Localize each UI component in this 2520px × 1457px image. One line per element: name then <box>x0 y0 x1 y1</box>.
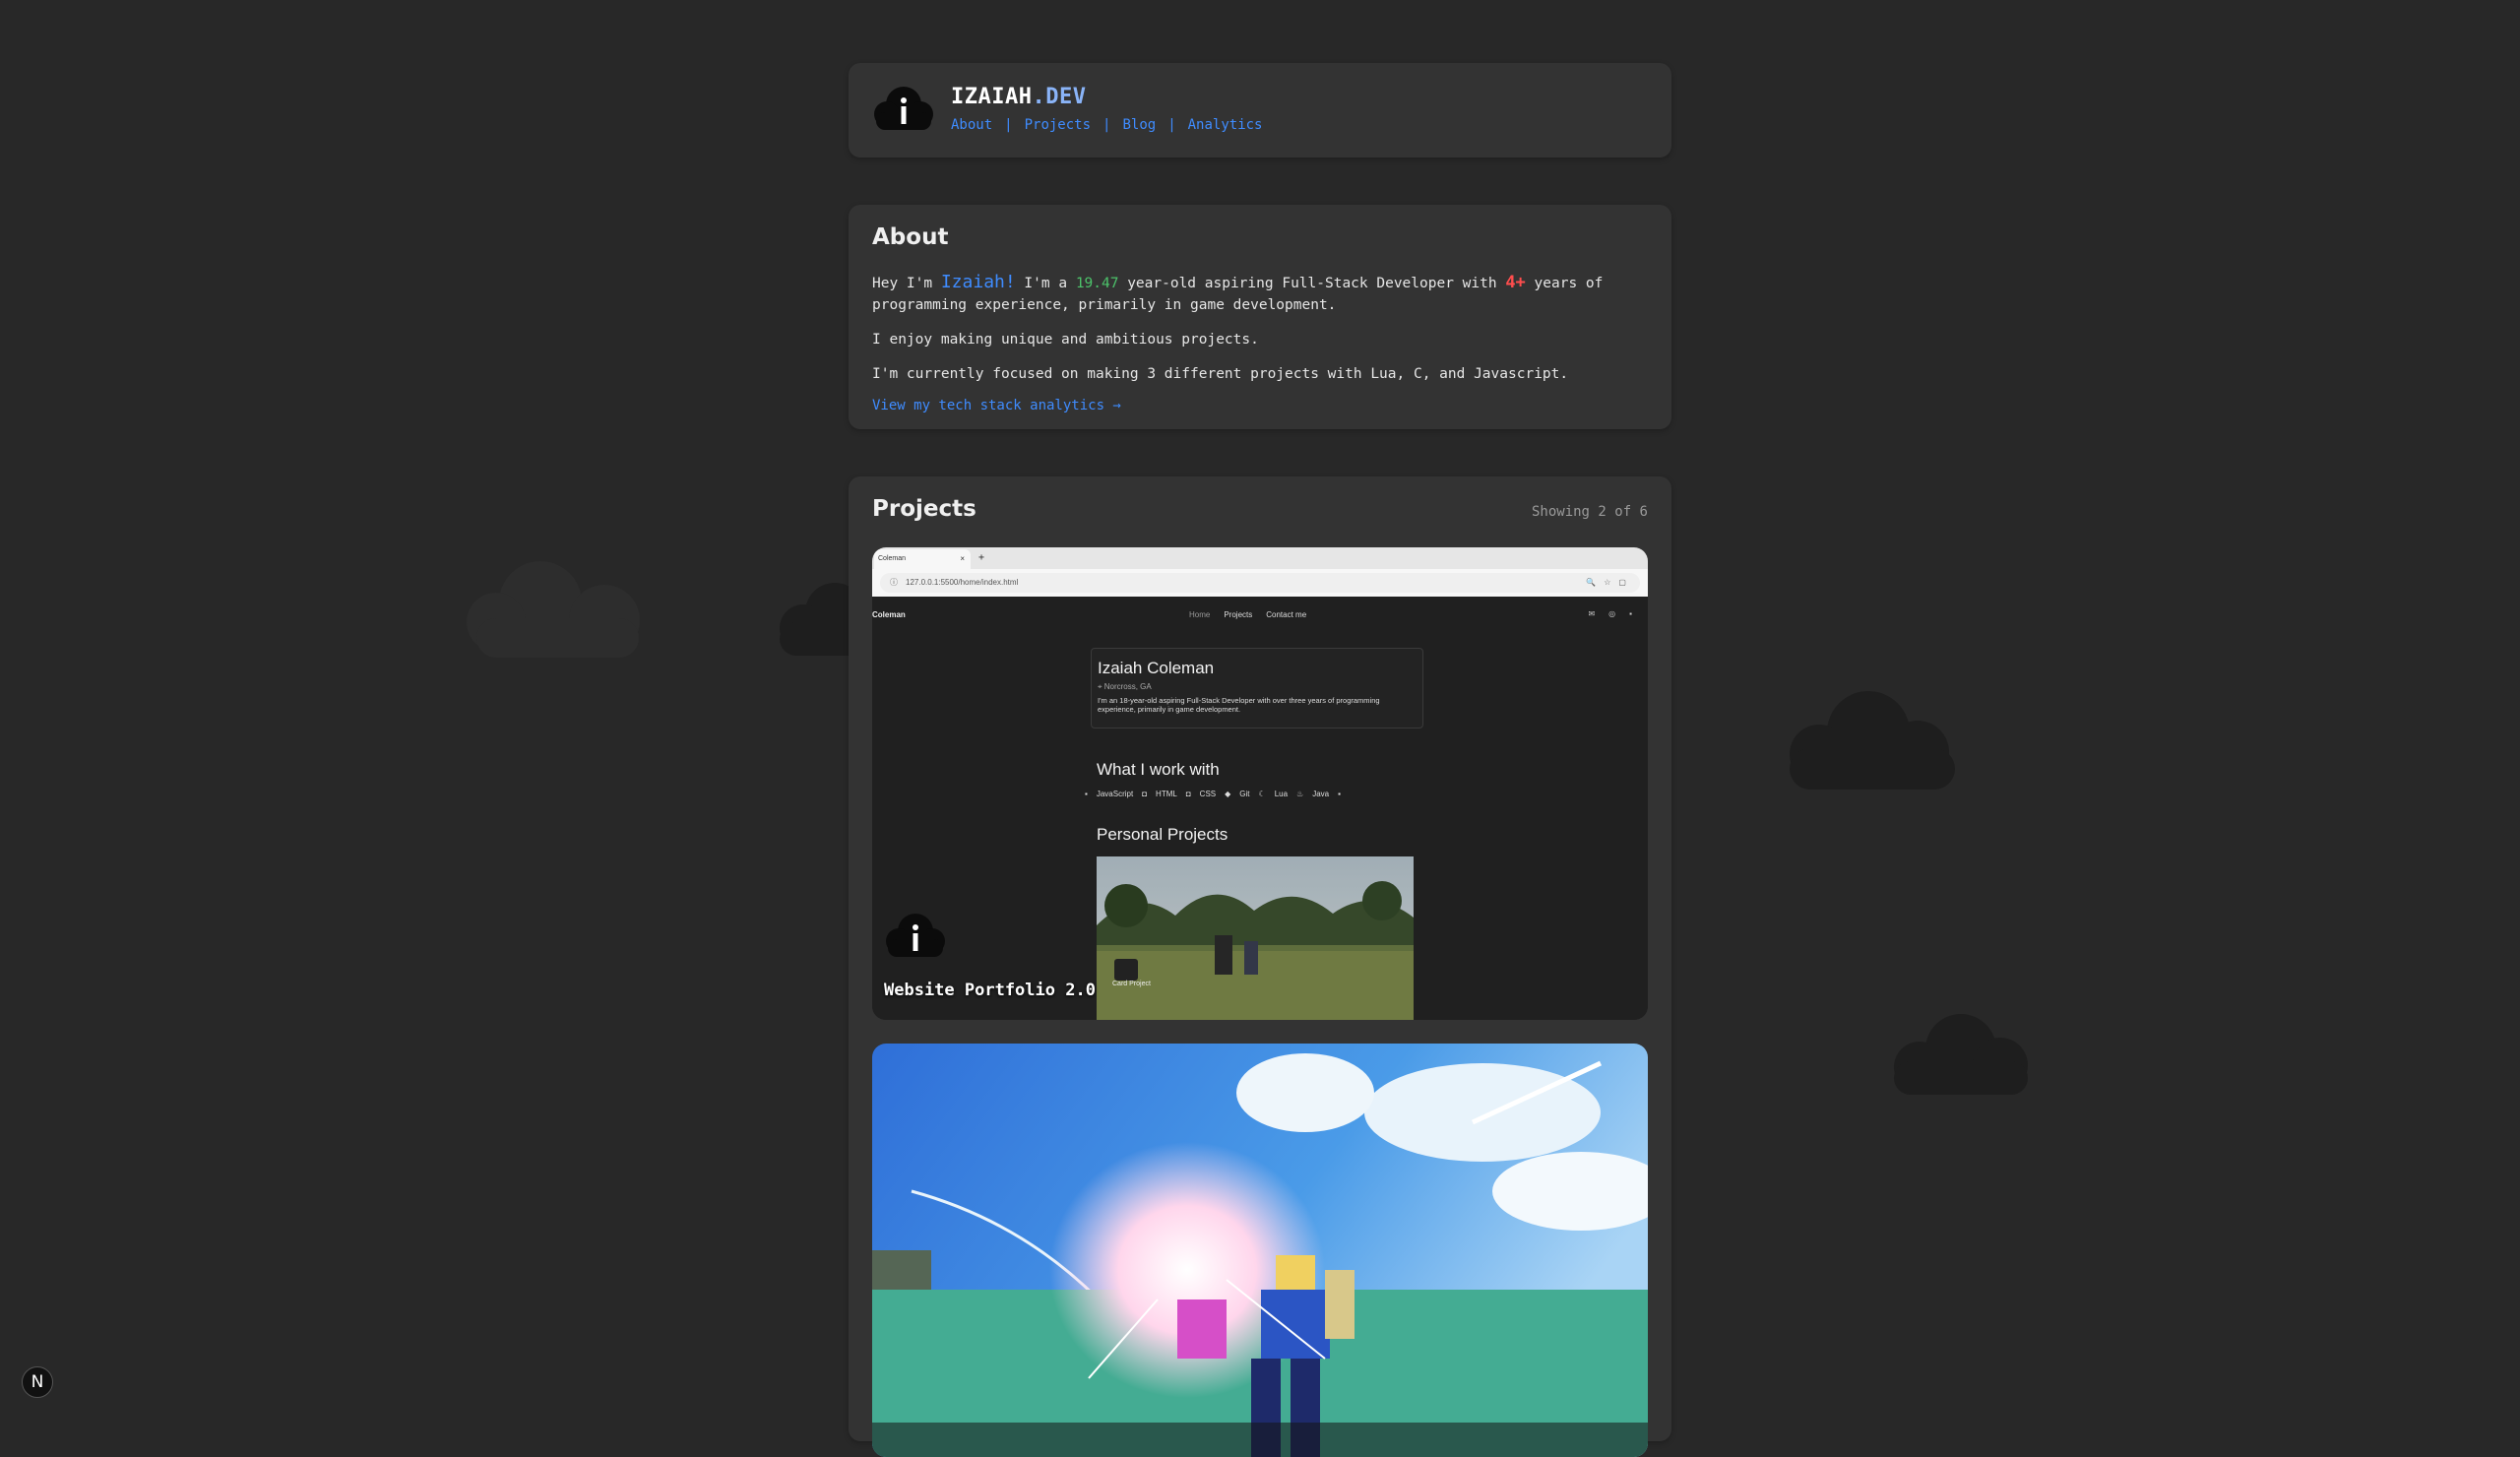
project-card-website-portfolio[interactable]: Coleman × + ⓘ 127.0.0.1:5500/home/index.ht… <box>872 547 1648 1020</box>
nav-blog[interactable]: Blog <box>1122 117 1156 133</box>
projects-count: Showing 2 of 6 <box>1531 504 1648 520</box>
main-nav: About | Projects | Blog | Analytics <box>951 117 1262 133</box>
browser-tab-bar: Coleman × + <box>872 547 1648 569</box>
about-heading: About <box>872 224 949 250</box>
location-pin-icon: ⌖ <box>1098 682 1104 691</box>
plus-icon: + <box>978 552 985 563</box>
nav-separator: | <box>1102 117 1111 133</box>
nav-separator: | <box>1167 117 1176 133</box>
about-enjoy: I enjoy making unique and ambitious proj… <box>872 332 1259 348</box>
age-highlight: 19.47 <box>1075 276 1119 291</box>
site-title[interactable]: IZAIAH.DEV <box>951 85 1086 109</box>
projects-section: Projects Showing 2 of 6 Coleman × + ⓘ 127.… <box>849 476 1671 1457</box>
preview-work-heading: What I work with <box>1097 760 1220 779</box>
preview-brand: Coleman <box>872 610 906 619</box>
preview-profile-card: Izaiah Coleman ⌖ Norcross, GA I'm an 18-… <box>1091 648 1423 728</box>
nav-analytics[interactable]: Analytics <box>1188 117 1263 133</box>
portfolio-preview: Coleman Home Projects Contact me ✉◎▪ Izaia… <box>872 597 1648 1020</box>
project-title: Website Portfolio 2.0 <box>884 981 1096 1000</box>
nav-projects[interactable]: Projects <box>1025 117 1091 133</box>
about-section: About Hey I'm Izaiah! I'm a 19.47 year-o… <box>849 205 1671 429</box>
preview-tech-list: ▪ JavaScript ◘ HTML ◘ CSS ◆ Git ☾ Lua ♨ Java ▪ <box>1085 790 1341 798</box>
site-header: IZAIAH.DEV About | Projects | Blog | Analytics <box>849 63 1671 158</box>
info-icon: ⓘ <box>890 578 898 587</box>
browser-tab: Coleman × <box>874 549 971 569</box>
preview-nav: Home Projects Contact me <box>1189 610 1307 619</box>
tech-stack-analytics-link[interactable]: View my tech stack analytics → <box>872 398 1648 413</box>
about-intro: Hey I'm Izaiah! I'm a 19.47 year-old asp… <box>872 272 1604 313</box>
nav-about[interactable]: About <box>951 117 992 133</box>
about-focus: I'm currently focused on making 3 differ… <box>872 366 1569 382</box>
cloud-info-logo-icon <box>886 914 945 957</box>
name-highlight: Izaiah! <box>940 272 1016 292</box>
browser-address-bar: ⓘ 127.0.0.1:5500/home/index.html 🔍☆▢ <box>872 569 1648 598</box>
years-highlight: 4+ <box>1505 273 1526 292</box>
nav-separator: | <box>1004 117 1013 133</box>
cloud-decoration <box>1894 1014 2028 1095</box>
project-card-game[interactable] <box>872 1044 1648 1457</box>
browser-tools-icon: 🔍☆▢ <box>1586 578 1634 587</box>
cloud-decoration <box>1790 691 1955 790</box>
game-scene-image <box>872 1044 1648 1457</box>
close-icon: × <box>960 554 965 563</box>
cloud-info-logo-icon[interactable] <box>872 83 935 134</box>
preview-personal-heading: Personal Projects <box>1097 825 1228 844</box>
next-dev-badge[interactable]: N <box>22 1366 53 1398</box>
preview-game-screenshot: Card Project <box>1097 856 1414 1020</box>
preview-social-icons: ✉◎▪ <box>1588 609 1646 618</box>
cloud-decoration <box>467 561 640 658</box>
